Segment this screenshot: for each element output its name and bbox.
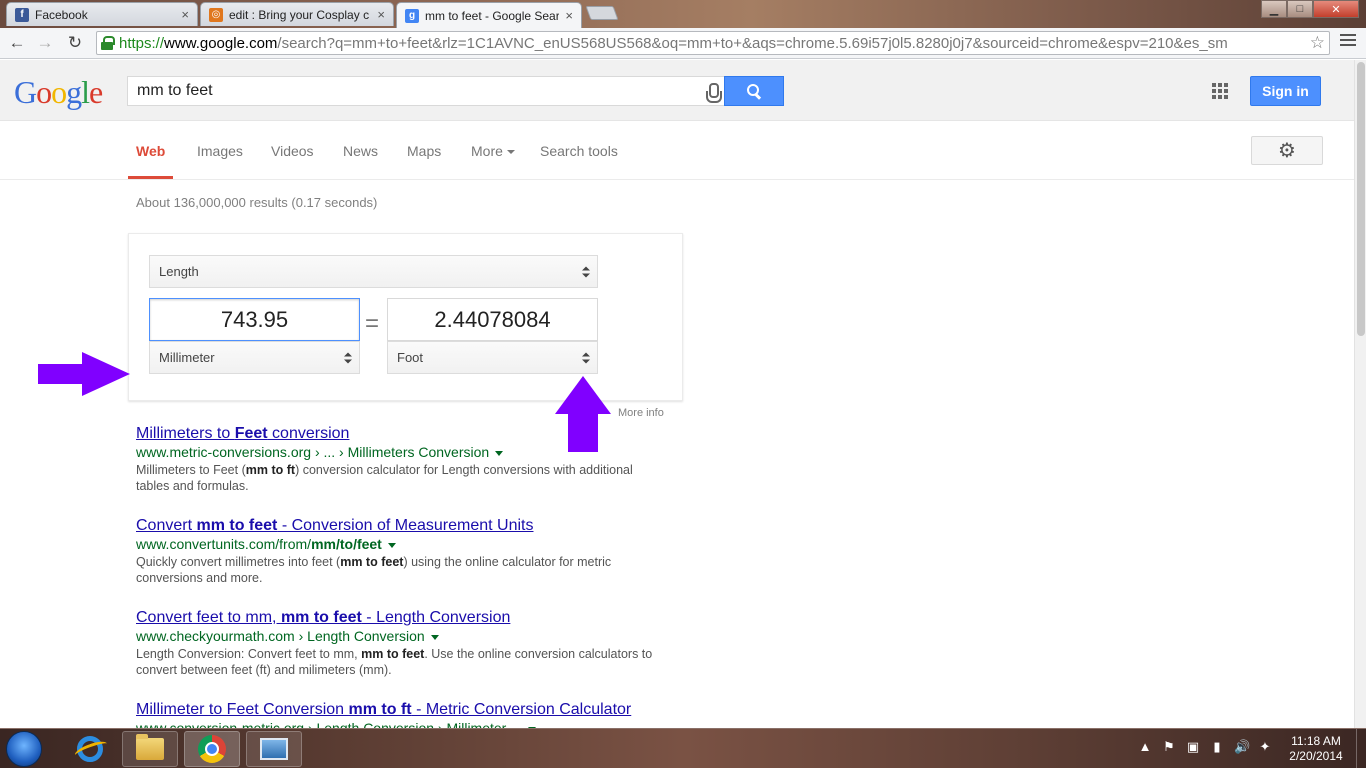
url-menu-icon[interactable] xyxy=(495,450,504,456)
url-host: www.google.com xyxy=(164,34,278,52)
chrome-taskbar-icon[interactable] xyxy=(184,731,240,767)
result-url: www.metric-conversions.org › ... › Milli… xyxy=(136,444,656,460)
tab-cosplay-edit[interactable]: ◎ edit : Bring your Cosplay c × xyxy=(200,2,394,26)
reload-button[interactable]: ↻ xyxy=(64,32,86,54)
search-result: Convert mm to feet - Conversion of Measu… xyxy=(136,517,656,586)
show-desktop-button[interactable] xyxy=(1356,729,1366,768)
more-info-link[interactable]: More info xyxy=(618,407,664,419)
minimize-button[interactable]: ▁ xyxy=(1261,0,1287,18)
clock-time: 11:18 AM xyxy=(1291,734,1341,748)
tab-maps[interactable]: Maps xyxy=(407,143,441,159)
file-explorer-icon[interactable] xyxy=(122,731,178,767)
lock-icon xyxy=(101,36,115,50)
volume-icon[interactable]: 🔊 xyxy=(1234,739,1250,755)
to-unit-select[interactable]: Foot xyxy=(387,341,598,374)
tab-videos[interactable]: Videos xyxy=(271,143,314,159)
dropbox-icon[interactable]: ✦ xyxy=(1258,739,1272,755)
tab-google-search[interactable]: g mm to feet - Google Searc × xyxy=(396,2,582,28)
system-tray: ▲ ⚑ ▣ ▮ 🔊 ✦ xyxy=(1138,739,1272,755)
select-arrows-icon xyxy=(582,266,590,277)
result-url: www.conversion-metric.org › Length Conve… xyxy=(136,720,656,728)
search-nav-tabs: Web Images Videos News Maps More Search … xyxy=(0,121,1354,180)
to-value-input[interactable]: 2.44078084 xyxy=(387,298,598,341)
result-title-link[interactable]: Millimeters to Feet conversion xyxy=(136,425,656,443)
address-bar[interactable]: https://www.google.com/search?q=mm+to+fe… xyxy=(96,31,1330,55)
tab-more[interactable]: More xyxy=(471,143,515,159)
gear-icon: ⚙ xyxy=(1278,140,1296,162)
search-tools-button[interactable]: Search tools xyxy=(540,143,618,159)
microphone-icon[interactable] xyxy=(706,83,722,103)
annotation-arrow-right-icon xyxy=(38,352,130,396)
result-title-link[interactable]: Convert mm to feet - Conversion of Measu… xyxy=(136,517,656,535)
tab-web[interactable]: Web xyxy=(136,143,165,159)
chevron-down-icon xyxy=(506,150,515,155)
search-input[interactable]: mm to feet xyxy=(127,76,724,106)
page-scrollbar[interactable] xyxy=(1354,60,1366,728)
result-url: www.convertunits.com/from/mm/to/feet xyxy=(136,536,656,552)
google-header: Google mm to feet Sign in xyxy=(0,60,1354,121)
close-window-button[interactable]: ✕ xyxy=(1313,0,1359,18)
tab-close-icon[interactable]: × xyxy=(565,8,573,23)
tab-facebook[interactable]: f Facebook × xyxy=(6,2,198,26)
result-snippet: Millimeters to Feet (mm to ft) conversio… xyxy=(136,463,633,493)
equals-sign: = xyxy=(365,310,380,337)
result-stats: About 136,000,000 results (0.17 seconds) xyxy=(136,195,378,210)
show-hidden-icons-icon[interactable]: ▲ xyxy=(1138,739,1152,755)
google-results-page: Google mm to feet Sign in Web Images Vid… xyxy=(0,60,1354,728)
google-logo[interactable]: Google xyxy=(14,74,103,111)
apps-grid-icon[interactable] xyxy=(1212,83,1228,99)
forward-button[interactable]: → xyxy=(34,32,56,54)
clock-date: 2/20/2014 xyxy=(1289,749,1343,763)
search-result: Convert feet to mm, mm to feet - Length … xyxy=(136,609,656,678)
google-favicon-icon: g xyxy=(405,8,419,23)
select-arrows-icon xyxy=(344,352,352,363)
bookmark-star-icon[interactable]: ☆ xyxy=(1310,33,1325,53)
action-center-flag-icon[interactable]: ⚑ xyxy=(1162,739,1176,755)
settings-button[interactable]: ⚙ xyxy=(1251,136,1323,165)
internet-explorer-icon[interactable] xyxy=(62,731,118,767)
maximize-button[interactable]: □ xyxy=(1287,0,1313,18)
system-clock[interactable]: 11:18 AM 2/20/2014 xyxy=(1284,734,1348,764)
active-tab-indicator xyxy=(128,176,173,179)
browser-toolbar: ← → ↻ https://www.google.com/search?q=mm… xyxy=(0,28,1366,59)
network-signal-icon[interactable]: ▮ xyxy=(1210,739,1224,755)
result-title-link[interactable]: Millimeter to Feet Conversion mm to ft -… xyxy=(136,701,656,719)
search-result: Millimeters to Feet conversion www.metri… xyxy=(136,425,656,494)
tab-close-icon[interactable]: × xyxy=(181,7,189,22)
result-snippet: Length Conversion: Convert feet to mm, m… xyxy=(136,647,653,677)
new-tab-button[interactable] xyxy=(585,6,619,20)
tab-title: mm to feet - Google Searc xyxy=(425,8,560,23)
tab-images[interactable]: Images xyxy=(197,143,243,159)
result-snippet: Quickly convert millimetres into feet (m… xyxy=(136,555,612,585)
tab-close-icon[interactable]: × xyxy=(377,7,385,22)
search-icon xyxy=(747,84,761,98)
chrome-menu-icon[interactable] xyxy=(1340,34,1356,50)
photo-viewer-icon[interactable] xyxy=(246,731,302,767)
windows-taskbar: ▲ ⚑ ▣ ▮ 🔊 ✦ 11:18 AM 2/20/2014 xyxy=(0,728,1366,768)
from-unit-select[interactable]: Millimeter xyxy=(149,341,360,374)
search-query: mm to feet xyxy=(137,82,213,99)
back-button[interactable]: ← xyxy=(6,32,28,54)
search-result: Millimeter to Feet Conversion mm to ft -… xyxy=(136,701,656,728)
quantity-select[interactable]: Length xyxy=(149,255,598,288)
url-menu-icon[interactable] xyxy=(387,542,396,548)
scrollbar-thumb[interactable] xyxy=(1357,62,1365,336)
result-title-link[interactable]: Convert feet to mm, mm to feet - Length … xyxy=(136,609,656,627)
sign-in-button[interactable]: Sign in xyxy=(1250,76,1321,106)
tab-news[interactable]: News xyxy=(343,143,378,159)
url-path: /search?q=mm+to+feet&rlz=1C1AVNC_enUS568… xyxy=(277,34,1228,52)
tab-title: edit : Bring your Cosplay c xyxy=(229,7,370,22)
url-scheme: https:// xyxy=(119,34,165,52)
tab-title: Facebook xyxy=(35,7,88,22)
device-icon[interactable]: ▣ xyxy=(1186,739,1200,755)
from-value-input[interactable]: 743.95 xyxy=(149,298,360,341)
search-button[interactable] xyxy=(724,76,784,106)
facebook-favicon-icon: f xyxy=(15,7,29,22)
start-button-icon[interactable] xyxy=(6,731,42,767)
site-favicon-icon: ◎ xyxy=(209,7,223,22)
result-url: www.checkyourmath.com › Length Conversio… xyxy=(136,628,656,644)
browser-tab-strip: f Facebook × ◎ edit : Bring your Cosplay… xyxy=(0,0,1366,28)
url-menu-icon[interactable] xyxy=(430,634,439,640)
select-arrows-icon xyxy=(582,352,590,363)
